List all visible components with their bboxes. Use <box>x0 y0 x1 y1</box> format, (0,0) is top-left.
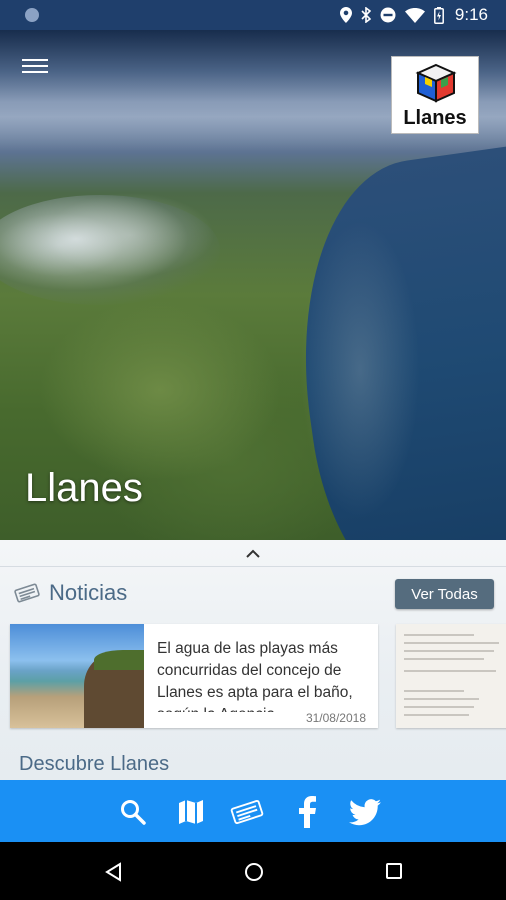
discover-section-title: Descubre Llanes <box>19 753 170 775</box>
twitter-icon[interactable] <box>348 795 382 829</box>
news-headline: El agua de las playas más concurridas de… <box>157 640 353 712</box>
recents-icon[interactable] <box>385 862 403 880</box>
menu-icon[interactable] <box>22 56 48 76</box>
news-icon[interactable] <box>230 795 264 829</box>
thumb-cliff-top <box>94 650 144 670</box>
hero-title: Llanes <box>25 466 143 510</box>
hero-mountains <box>0 195 220 305</box>
hero-coast <box>300 220 420 520</box>
status-bar: 9:16 <box>0 0 506 30</box>
news-card[interactable]: El agua de las playas más concurridas de… <box>10 624 378 728</box>
view-all-button[interactable]: Ver Todas <box>395 579 494 609</box>
search-icon[interactable] <box>116 795 150 829</box>
facebook-icon[interactable] <box>290 795 324 829</box>
chevron-up-icon[interactable] <box>243 546 263 562</box>
app-logo: Llanes <box>391 56 479 134</box>
notification-dot-icon <box>25 8 39 22</box>
status-icons: 9:16 <box>339 5 488 25</box>
bluetooth-icon <box>361 7 371 23</box>
news-icon <box>14 583 40 603</box>
news-thumbnail <box>10 624 144 728</box>
status-time: 9:16 <box>454 5 488 24</box>
back-icon[interactable] <box>104 862 122 882</box>
news-card-partial[interactable] <box>396 624 506 728</box>
battery-icon <box>433 6 444 24</box>
map-icon[interactable] <box>174 795 208 829</box>
bottom-nav <box>0 780 506 842</box>
location-icon <box>339 7 352 23</box>
news-section-title: Noticias <box>49 580 128 605</box>
do-not-disturb-icon <box>380 7 396 23</box>
news-header: Noticias <box>13 580 127 606</box>
system-nav-bar <box>0 842 506 900</box>
home-icon[interactable] <box>244 862 264 882</box>
content-panel: Noticias Ver Todas El agua de las playas… <box>0 540 506 780</box>
logo-text: Llanes <box>403 107 467 129</box>
news-date: 31/08/2018 <box>305 711 366 725</box>
cube-logo-icon <box>415 63 457 103</box>
hero-image: Llanes Llanes <box>0 30 506 540</box>
wifi-icon <box>404 7 425 23</box>
divider <box>0 566 506 567</box>
